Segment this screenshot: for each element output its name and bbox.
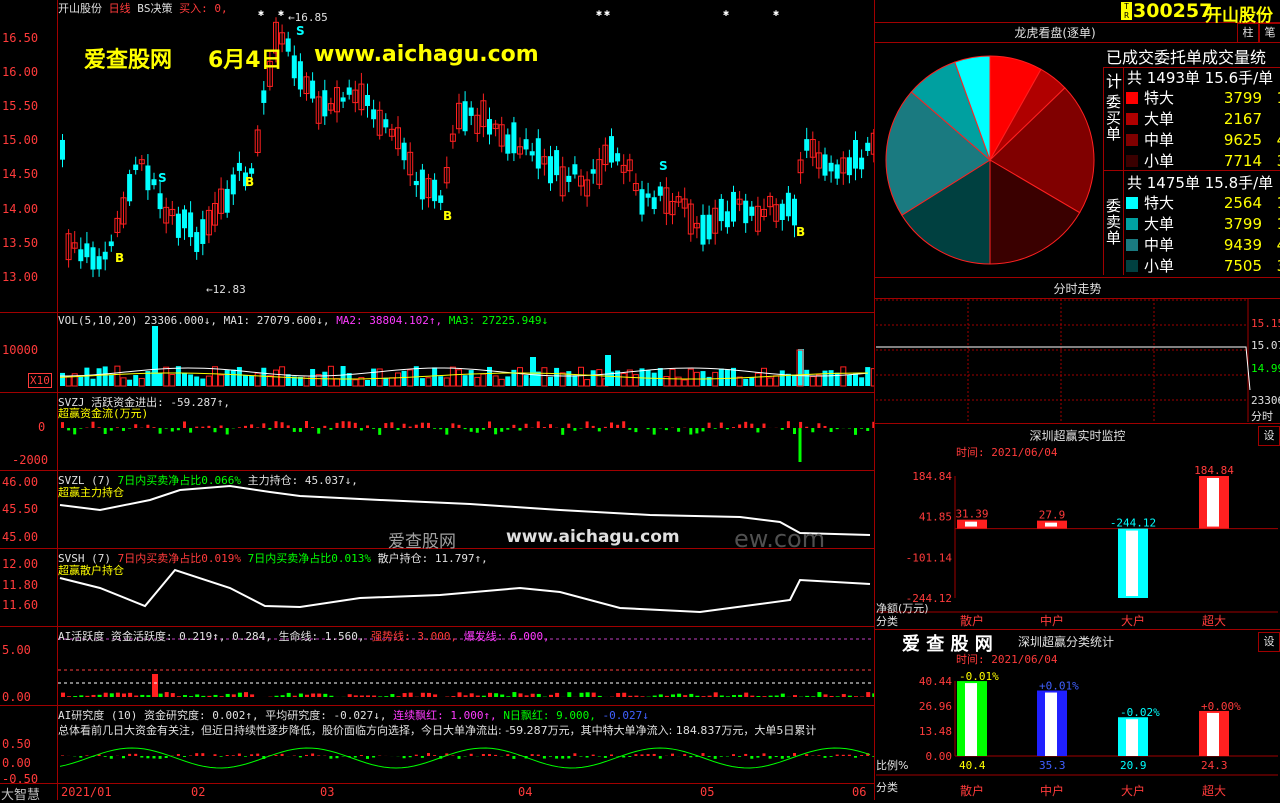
stat-value-label: 20.9 <box>1120 759 1147 772</box>
legend-name: 大单 <box>1144 213 1206 234</box>
stat-bar-highlight <box>1126 719 1138 756</box>
stat-tick: 0.00 <box>926 750 953 763</box>
stat-cat-label: 分类 <box>876 779 898 795</box>
legend-swatch <box>1126 218 1138 230</box>
stat-value-label: 35.3 <box>1039 759 1066 772</box>
stat-category: 超大 <box>1202 783 1226 798</box>
legend-percent: 16% <box>1262 215 1280 233</box>
stat-change-label: +0.00% <box>1201 700 1241 713</box>
legend-percent: 9% <box>1262 110 1280 128</box>
legend-value: 7505 <box>1206 257 1262 275</box>
legend-row: 大单379916% <box>1124 213 1280 234</box>
stat-change-label: +0.01% <box>1039 680 1079 693</box>
legend-percent: 33% <box>1262 152 1280 170</box>
legend-name: 大单 <box>1144 108 1206 129</box>
stat-change-label: -0.01% <box>959 670 999 683</box>
legend-row: 小单771433% <box>1124 150 1280 171</box>
legend-swatch <box>1126 260 1138 272</box>
legend-row: 特大256411% <box>1124 192 1280 213</box>
stat-bar-highlight <box>1207 713 1219 756</box>
legend-percent: 11% <box>1262 194 1280 212</box>
legend-value: 2167 <box>1206 110 1262 128</box>
legend-value: 2564 <box>1206 194 1262 212</box>
stat-category: 散户 <box>960 783 984 798</box>
stat-value-label: 24.3 <box>1201 759 1228 772</box>
legend-row: 特大379916% <box>1124 87 1280 108</box>
legend-name: 小单 <box>1144 150 1206 171</box>
legend-name: 特大 <box>1144 87 1206 108</box>
legend-swatch <box>1126 239 1138 251</box>
stat-category: 大户 <box>1121 783 1145 798</box>
legend-swatch <box>1126 113 1138 125</box>
stat-tick: 13.48 <box>919 725 952 738</box>
legend-name: 小单 <box>1144 255 1206 276</box>
legend-row: 小单750532% <box>1124 255 1280 276</box>
legend-value: 9439 <box>1206 236 1262 254</box>
legend-row: 大单21679% <box>1124 108 1280 129</box>
stat-bar-highlight <box>1045 693 1057 756</box>
stat-bar-highlight <box>965 683 977 756</box>
legend-value: 3799 <box>1206 215 1262 233</box>
stat-change-label: -0.02% <box>1120 706 1160 719</box>
stat-tick: 26.96 <box>919 700 952 713</box>
legend-percent: 32% <box>1262 257 1280 275</box>
legend-row: 中单943941% <box>1124 234 1280 255</box>
legend-percent: 16% <box>1262 89 1280 107</box>
legend-percent: 41% <box>1262 236 1280 254</box>
legend-name: 中单 <box>1144 129 1206 150</box>
ratio-label: 比例% <box>876 757 908 773</box>
stat-value-label: 40.4 <box>959 759 986 772</box>
legend-swatch <box>1126 155 1138 167</box>
legend-percent: 41% <box>1262 131 1280 149</box>
legend-name: 中单 <box>1144 234 1206 255</box>
legend-swatch <box>1126 92 1138 104</box>
legend-row: 中单962541% <box>1124 129 1280 150</box>
legend-value: 3799 <box>1206 89 1262 107</box>
legend-value: 9625 <box>1206 131 1262 149</box>
legend-name: 特大 <box>1144 192 1206 213</box>
legend-swatch <box>1126 134 1138 146</box>
legend-value: 7714 <box>1206 152 1262 170</box>
legend-swatch <box>1126 197 1138 209</box>
stat-bar-chart: 40.44 26.96 13.48 0.00 -0.01% 40.4 散户 +0.01% 35.… <box>0 0 1280 800</box>
stat-category: 中户 <box>1040 783 1064 798</box>
stat-tick: 40.44 <box>919 675 952 688</box>
